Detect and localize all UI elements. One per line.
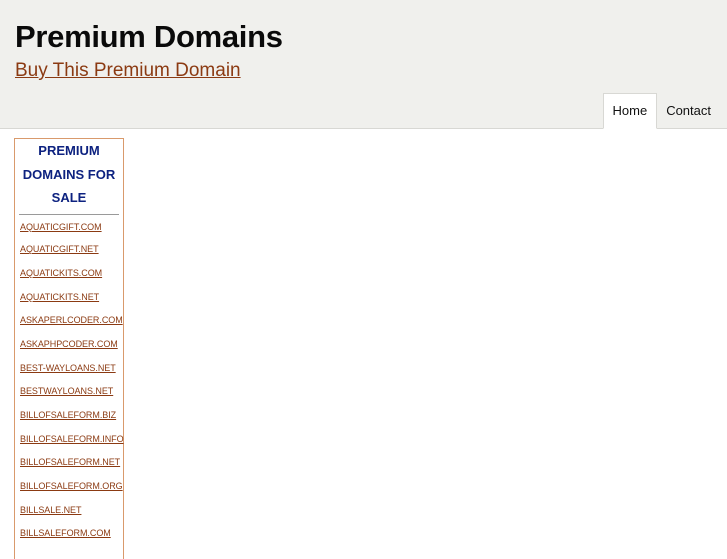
domain-link[interactable]: ASKAPHPCODER.COM (15, 333, 123, 357)
list-item: ASKAPERLCODER.COM (15, 309, 123, 333)
site-header: Premium Domains Buy This Premium Domain … (0, 0, 727, 129)
list-item: BILLOFSALEFORM.INFO (15, 428, 124, 452)
list-item: BESTWAYLOANS.NET (15, 380, 123, 404)
domain-list: AQUATICGIFT.COM AQUATICGIFT.NET AQUATICK… (15, 215, 124, 547)
list-item: BILLOFSALEFORM.NET (15, 451, 123, 475)
list-item: BILLSALEFORM.COM (15, 522, 123, 546)
domain-link[interactable]: BILLOFSALEFORM.BIZ (15, 404, 123, 428)
list-item: BILLSALE.NET (15, 499, 123, 523)
domain-link[interactable]: BILLOFSALEFORM.INFO (15, 428, 124, 452)
premium-domains-sidebar: PREMIUM DOMAINS FOR SALE AQUATICGIFT.COM… (14, 138, 124, 559)
domain-link[interactable]: ASKAPERLCODER.COM (15, 309, 123, 333)
domain-link[interactable]: BILLSALEFORM.COM (15, 522, 123, 546)
domain-link[interactable]: AQUATICKITS.COM (15, 262, 123, 286)
list-item: AQUATICKITS.COM (15, 262, 123, 286)
domain-link[interactable]: BILLOFSALEFORM.ORG (15, 475, 123, 499)
domain-link[interactable]: BILLSALE.NET (15, 499, 123, 523)
domain-link[interactable]: BESTWAYLOANS.NET (15, 380, 123, 404)
list-item: ASKAPHPCODER.COM (15, 333, 123, 357)
nav-home-tab[interactable]: Home (602, 93, 658, 129)
domain-link[interactable]: AQUATICGIFT.NET (15, 238, 123, 262)
main-nav: Home Contact (602, 93, 711, 129)
list-item: BILLOFSALEFORM.ORG (15, 475, 123, 499)
list-item: BEST-WAYLOANS.NET (15, 357, 123, 381)
list-item: AQUATICGIFT.COM (15, 215, 123, 239)
list-item: BILLOFSALEFORM.BIZ (15, 404, 123, 428)
domain-link[interactable]: AQUATICGIFT.COM (15, 215, 123, 240)
buy-domain-link[interactable]: Buy This Premium Domain (15, 59, 241, 83)
sidebar-title: PREMIUM DOMAINS FOR SALE (19, 139, 119, 215)
site-title: Premium Domains (15, 19, 283, 54)
domain-link[interactable]: BILLOFSALEFORM.NET (15, 451, 123, 475)
list-item: AQUATICKITS.NET (15, 286, 123, 310)
domain-link[interactable]: BEST-WAYLOANS.NET (15, 357, 123, 381)
nav-contact-tab[interactable]: Contact (657, 93, 711, 129)
list-item: AQUATICGIFT.NET (15, 238, 123, 262)
domain-link[interactable]: AQUATICKITS.NET (15, 286, 123, 310)
